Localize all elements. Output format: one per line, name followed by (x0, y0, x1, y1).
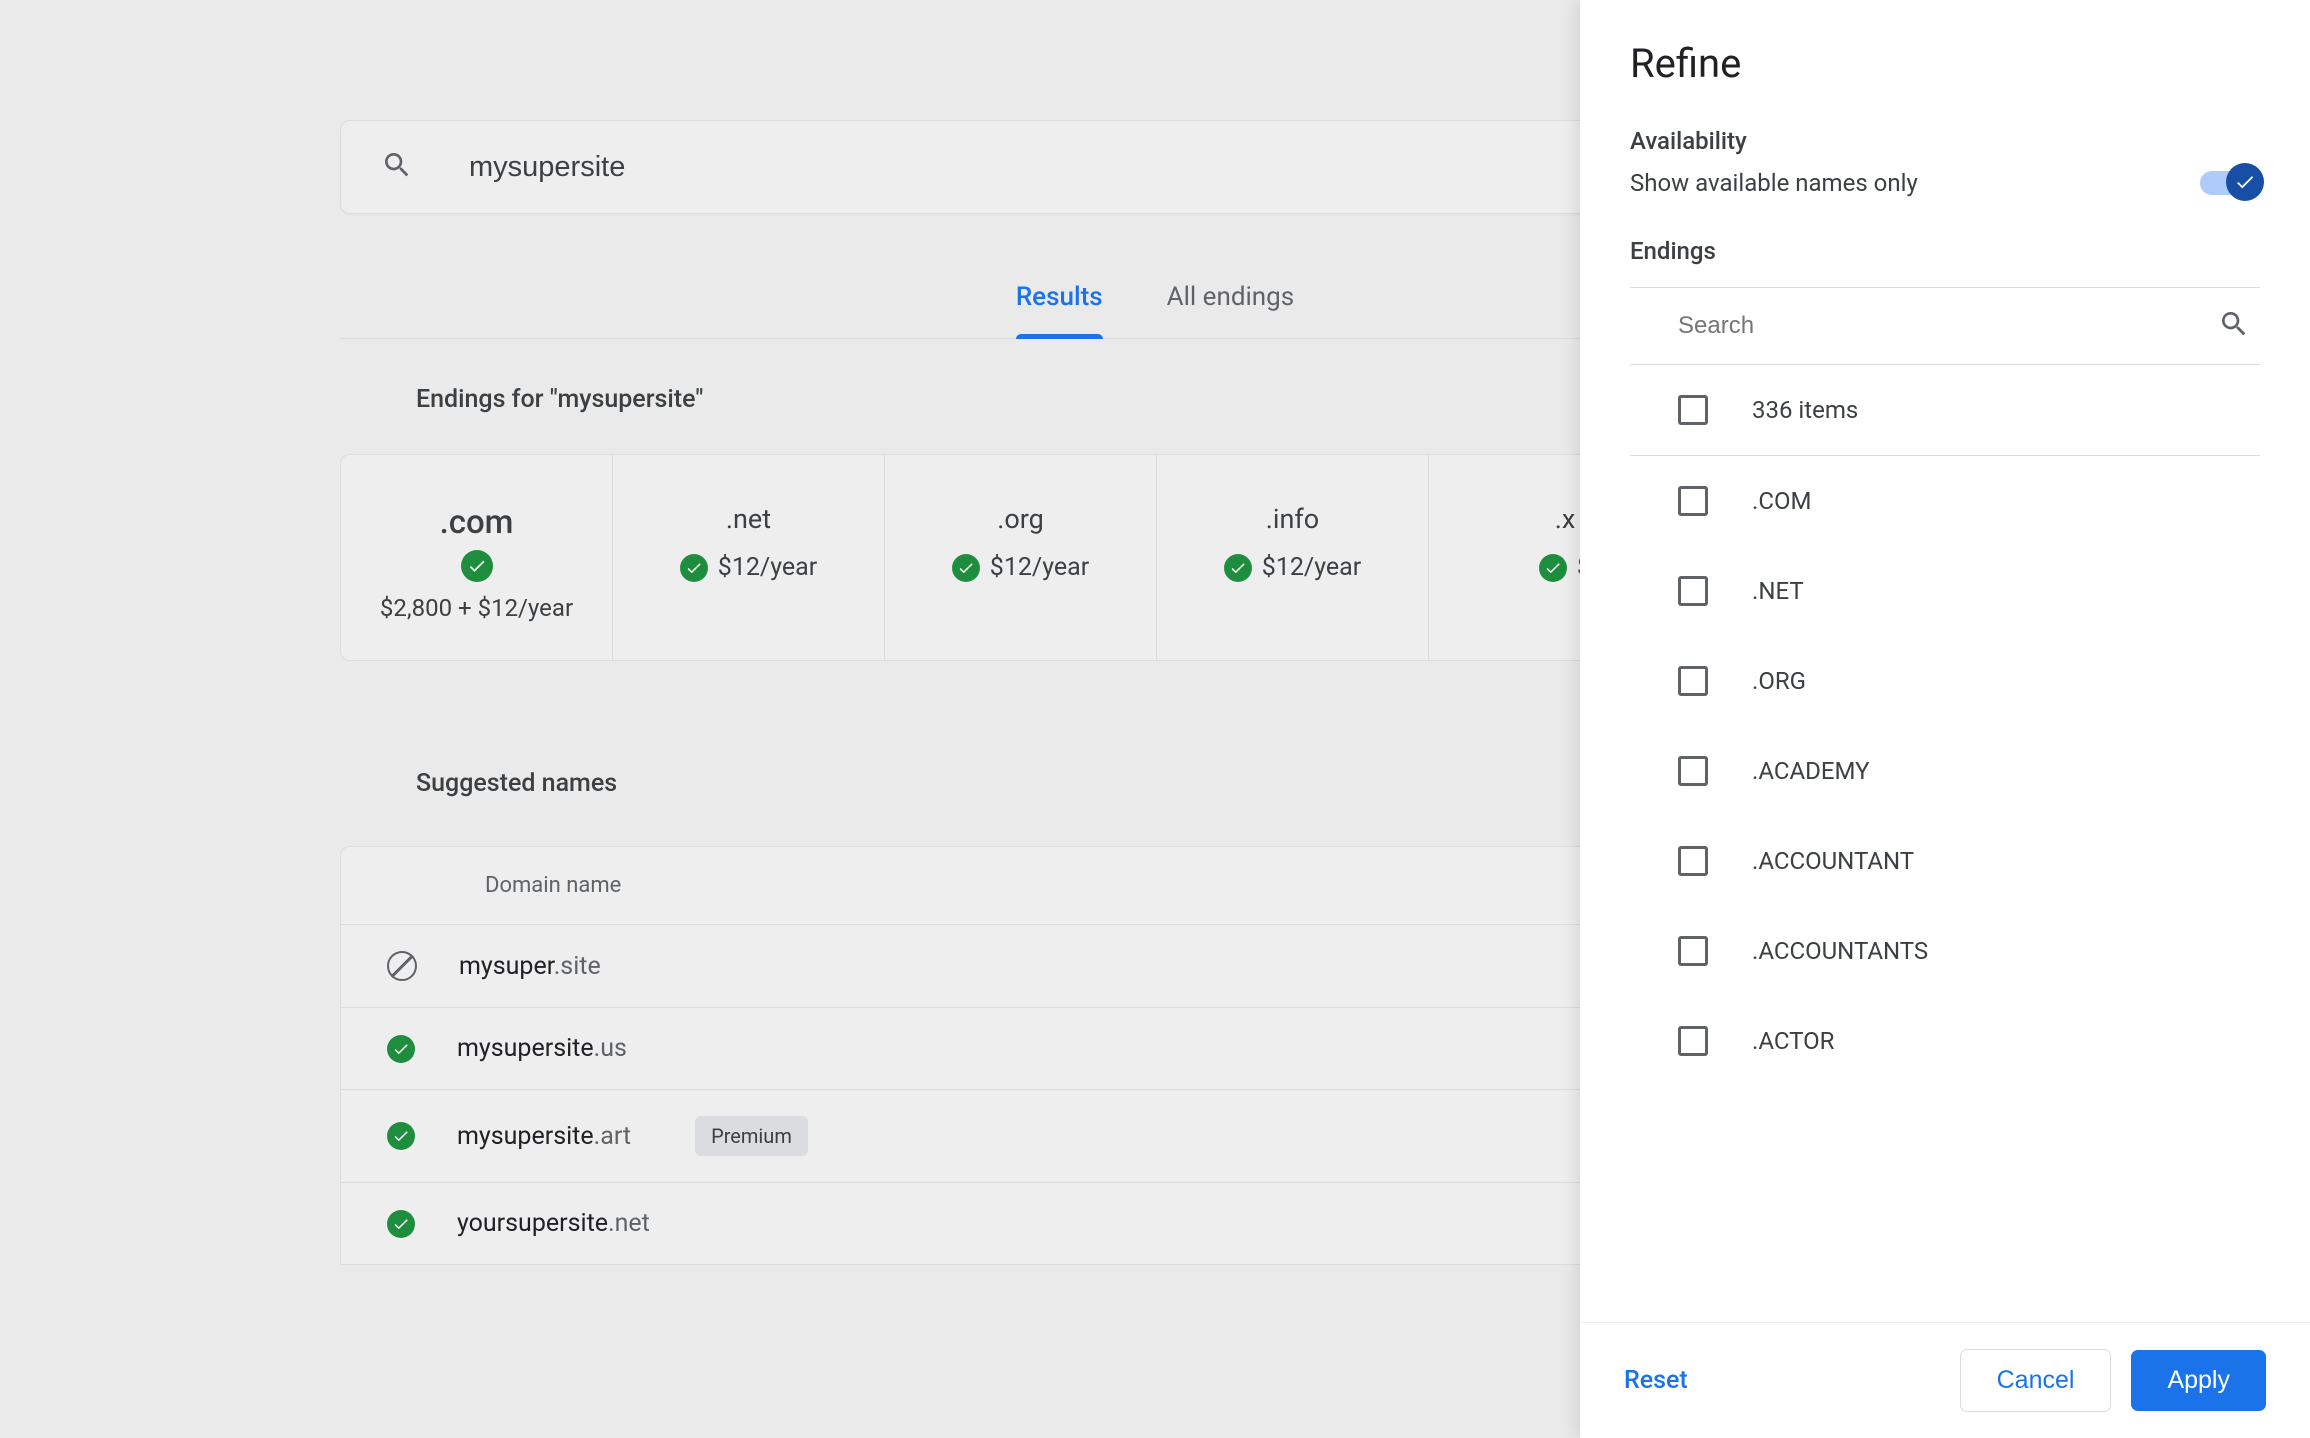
ending-label: .NET (1752, 577, 1804, 605)
checkbox[interactable] (1678, 846, 1708, 876)
show-available-text: Show available names only (1630, 169, 1918, 197)
refine-title: Refine (1630, 40, 2260, 87)
ending-item[interactable]: .ACADEMY (1630, 726, 2260, 816)
search-icon (2218, 308, 2250, 344)
checkbox[interactable] (1678, 486, 1708, 516)
checkbox[interactable] (1678, 576, 1708, 606)
checkbox[interactable] (1678, 395, 1708, 425)
check-icon (1224, 554, 1252, 582)
domain-name: mysupersite.us (457, 1034, 627, 1063)
ending-label: .ACCOUNTANT (1752, 847, 1914, 875)
refine-footer: Reset Cancel Apply (1580, 1322, 2310, 1438)
ending-item[interactable]: .NET (1630, 546, 2260, 636)
tab-results[interactable]: Results (1016, 282, 1103, 338)
available-icon (387, 1035, 415, 1063)
endings-label: Endings (1630, 237, 2260, 265)
toggle-knob (2226, 163, 2264, 201)
checkbox[interactable] (1678, 756, 1708, 786)
available-icon (387, 1210, 415, 1238)
available-icon (387, 1122, 415, 1150)
domain-name: mysupersite.art (457, 1122, 631, 1151)
ending-card-org[interactable]: .org $12/year (885, 455, 1157, 660)
ending-item[interactable]: .ORG (1630, 636, 2260, 726)
ending-tld: .com (359, 503, 594, 542)
ending-item[interactable]: .COM (1630, 456, 2260, 546)
cancel-button[interactable]: Cancel (1960, 1349, 2112, 1412)
ending-item[interactable]: .ACTOR (1630, 996, 2260, 1086)
endings-search-input[interactable] (1678, 312, 2218, 340)
ending-price: $12/year (1262, 553, 1361, 582)
refine-panel: Refine Availability Show available names… (1580, 0, 2310, 1438)
check-icon (952, 554, 980, 582)
ending-card-net[interactable]: .net $12/year (613, 455, 885, 660)
checkbox[interactable] (1678, 936, 1708, 966)
checkbox[interactable] (1678, 1026, 1708, 1056)
ending-price: $2,800 + $12/year (359, 594, 594, 622)
ending-tld: .info (1175, 503, 1410, 535)
checkbox[interactable] (1678, 666, 1708, 696)
availability-row: Show available names only (1630, 169, 2260, 197)
ending-label: .ACADEMY (1752, 757, 1870, 785)
ending-price: $12/year (990, 553, 1089, 582)
ending-label: .COM (1752, 487, 1811, 515)
ending-price: $12/year (718, 553, 817, 582)
show-available-toggle[interactable] (2200, 171, 2260, 195)
search-icon (381, 149, 469, 185)
apply-button[interactable]: Apply (2131, 1350, 2266, 1411)
domain-name: mysuper.site (459, 952, 601, 981)
unavailable-icon (387, 951, 417, 981)
ending-label: .ACTOR (1752, 1027, 1834, 1055)
ending-tld: .net (631, 503, 866, 535)
availability-label: Availability (1630, 127, 2260, 155)
endings-list: 336 items .COM .NET .ORG .ACADEMY .ACCOUNTANT… (1630, 365, 2260, 1086)
ending-card-com[interactable]: .com $2,800 + $12/year (341, 455, 613, 660)
ending-tld: .org (903, 503, 1138, 535)
premium-badge: Premium (695, 1116, 808, 1156)
ending-card-info[interactable]: .info $12/year (1157, 455, 1429, 660)
ending-label: 336 items (1752, 396, 1858, 424)
check-icon (680, 554, 708, 582)
domain-name: yoursupersite.net (457, 1209, 650, 1238)
ending-label: .ACCOUNTANTS (1752, 937, 1928, 965)
reset-button[interactable]: Reset (1624, 1366, 1688, 1395)
ending-item[interactable]: 336 items (1630, 365, 2260, 456)
check-icon (461, 550, 493, 582)
check-icon (1539, 554, 1567, 582)
ending-item[interactable]: .ACCOUNTANTS (1630, 906, 2260, 996)
tab-all-endings[interactable]: All endings (1167, 282, 1295, 338)
ending-item[interactable]: .ACCOUNTANT (1630, 816, 2260, 906)
endings-search-row (1630, 287, 2260, 365)
ending-label: .ORG (1752, 667, 1806, 695)
